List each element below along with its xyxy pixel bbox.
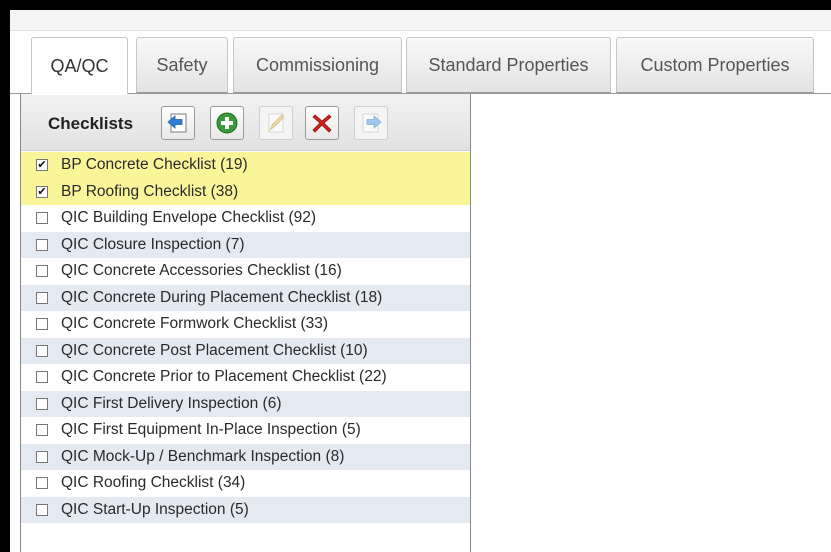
list-item-label: QIC Concrete Post Placement Checklist (1… [61,341,368,359]
checkbox[interactable] [36,344,48,357]
tab-standard-properties[interactable]: Standard Properties [406,37,611,93]
list-item-label: QIC Concrete Accessories Checklist (16) [61,262,342,280]
list-item-label: QIC First Equipment In-Place Inspection … [61,421,361,439]
checklists-panel: Checklists ✔ BP Concrete Checklist (19) … [20,94,472,552]
list-item[interactable]: ✔ BP Concrete Checklist (19) [21,152,470,179]
checkbox[interactable] [36,424,48,437]
list-item[interactable]: QIC Building Envelope Checklist (92) [21,205,470,232]
checkbox[interactable] [36,291,48,304]
list-item[interactable]: QIC First Delivery Inspection (6) [21,390,470,417]
import-button[interactable] [161,106,195,140]
tab-commissioning[interactable]: Commissioning [233,37,402,93]
tab-label: Safety [156,54,208,75]
tab-label: Commissioning [255,54,380,75]
checkbox[interactable] [36,265,48,278]
list-item[interactable]: QIC Concrete Post Placement Checklist (1… [21,337,470,364]
checklist-list: ✔ BP Concrete Checklist (19) ✔ BP Roofin… [21,152,470,523]
list-item[interactable]: QIC Concrete Formwork Checklist (33) [21,311,470,338]
list-item[interactable]: QIC Concrete Prior to Placement Checklis… [21,364,470,391]
list-item-label: QIC Concrete During Placement Checklist … [61,288,383,306]
checkbox[interactable]: ✔ [36,185,48,198]
list-item-label: BP Roofing Checklist (38) [61,182,239,200]
checkbox[interactable] [36,318,48,331]
checkbox[interactable] [36,477,48,490]
toolbar-title: Checklists [48,114,134,133]
edit-button[interactable] [259,106,293,140]
checkbox[interactable] [36,397,48,410]
list-item[interactable]: QIC Mock-Up / Benchmark Inspection (8) [21,443,470,470]
delete-x-icon [312,114,332,133]
checkbox[interactable]: ✔ [36,159,48,172]
list-item-label: QIC Roofing Checklist (34) [61,474,246,492]
list-item-label: QIC First Delivery Inspection (6) [61,394,282,412]
list-item-label: QIC Concrete Prior to Placement Checklis… [61,368,387,386]
tab-label: Custom Properties [640,54,790,75]
list-item-label: QIC Closure Inspection (7) [61,235,245,253]
list-item[interactable]: QIC Concrete During Placement Checklist … [21,284,470,311]
checkbox[interactable] [36,371,48,384]
add-button[interactable] [210,106,244,140]
tab-qa-qc[interactable]: QA/QC [31,37,128,95]
tab-label: Standard Properties [428,54,589,75]
list-item[interactable]: ✔ BP Roofing Checklist (38) [21,178,470,205]
list-item-label: QIC Mock-Up / Benchmark Inspection (8) [61,447,345,465]
window-frame: QA/QC Safety Commissioning Standard Prop… [10,10,831,552]
detail-panel [471,94,831,552]
checklists-toolbar: Checklists [21,94,470,151]
top-strip [10,10,831,31]
checkbox[interactable] [36,450,48,463]
tab-custom-properties[interactable]: Custom Properties [616,37,814,93]
list-item-label: QIC Start-Up Inspection (5) [61,500,249,518]
checkbox[interactable] [36,238,48,251]
checkbox[interactable] [36,503,48,516]
import-arrow-icon [167,113,187,133]
export-arrow-icon [362,113,382,133]
list-item[interactable]: QIC Closure Inspection (7) [21,231,470,258]
tab-label: QA/QC [50,55,109,76]
list-item-label: BP Concrete Checklist (19) [61,156,248,174]
list-item[interactable]: QIC Concrete Accessories Checklist (16) [21,258,470,285]
list-item-label: QIC Concrete Formwork Checklist (33) [61,315,329,333]
delete-button[interactable] [305,106,339,140]
export-button[interactable] [354,106,388,140]
list-item[interactable]: QIC First Equipment In-Place Inspection … [21,417,470,444]
add-icon [216,112,238,134]
tab-bar: QA/QC Safety Commissioning Standard Prop… [10,37,831,95]
list-item-label: QIC Building Envelope Checklist (92) [61,209,317,227]
checkbox[interactable] [36,212,48,225]
list-item[interactable]: QIC Start-Up Inspection (5) [21,496,470,523]
list-item[interactable]: QIC Roofing Checklist (34) [21,470,470,497]
tab-safety[interactable]: Safety [136,37,228,93]
edit-pencil-icon [268,113,285,133]
